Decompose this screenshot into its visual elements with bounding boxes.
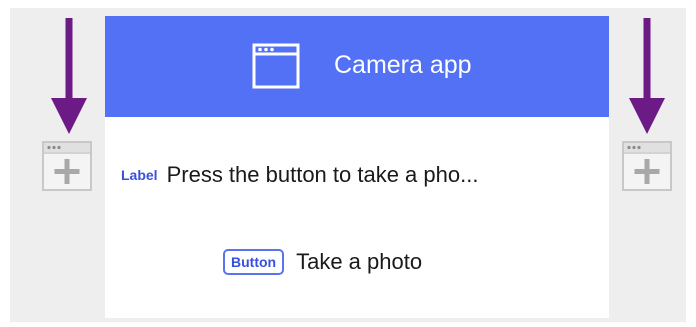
right-down-arrow-icon: [629, 18, 665, 134]
add-screen-right-button[interactable]: [622, 141, 672, 191]
button-type-tag[interactable]: Button: [223, 249, 285, 275]
app-title: Camera app: [334, 51, 472, 79]
label-text: Press the button to take a pho...: [166, 162, 479, 187]
left-down-arrow-icon: [51, 18, 87, 134]
add-screen-left-button[interactable]: [42, 141, 92, 191]
app-header[interactable]: Camera app: [105, 16, 609, 117]
label-component[interactable]: Label Press the button to take a pho...: [121, 161, 478, 189]
window-icon: [252, 43, 300, 89]
app-screen-panel[interactable]: Camera app Label Press the button to tak…: [105, 16, 609, 318]
label-type-tag: Label: [121, 167, 158, 183]
button-component[interactable]: Button Take a photo: [223, 246, 422, 278]
button-text: Take a photo: [296, 249, 423, 274]
